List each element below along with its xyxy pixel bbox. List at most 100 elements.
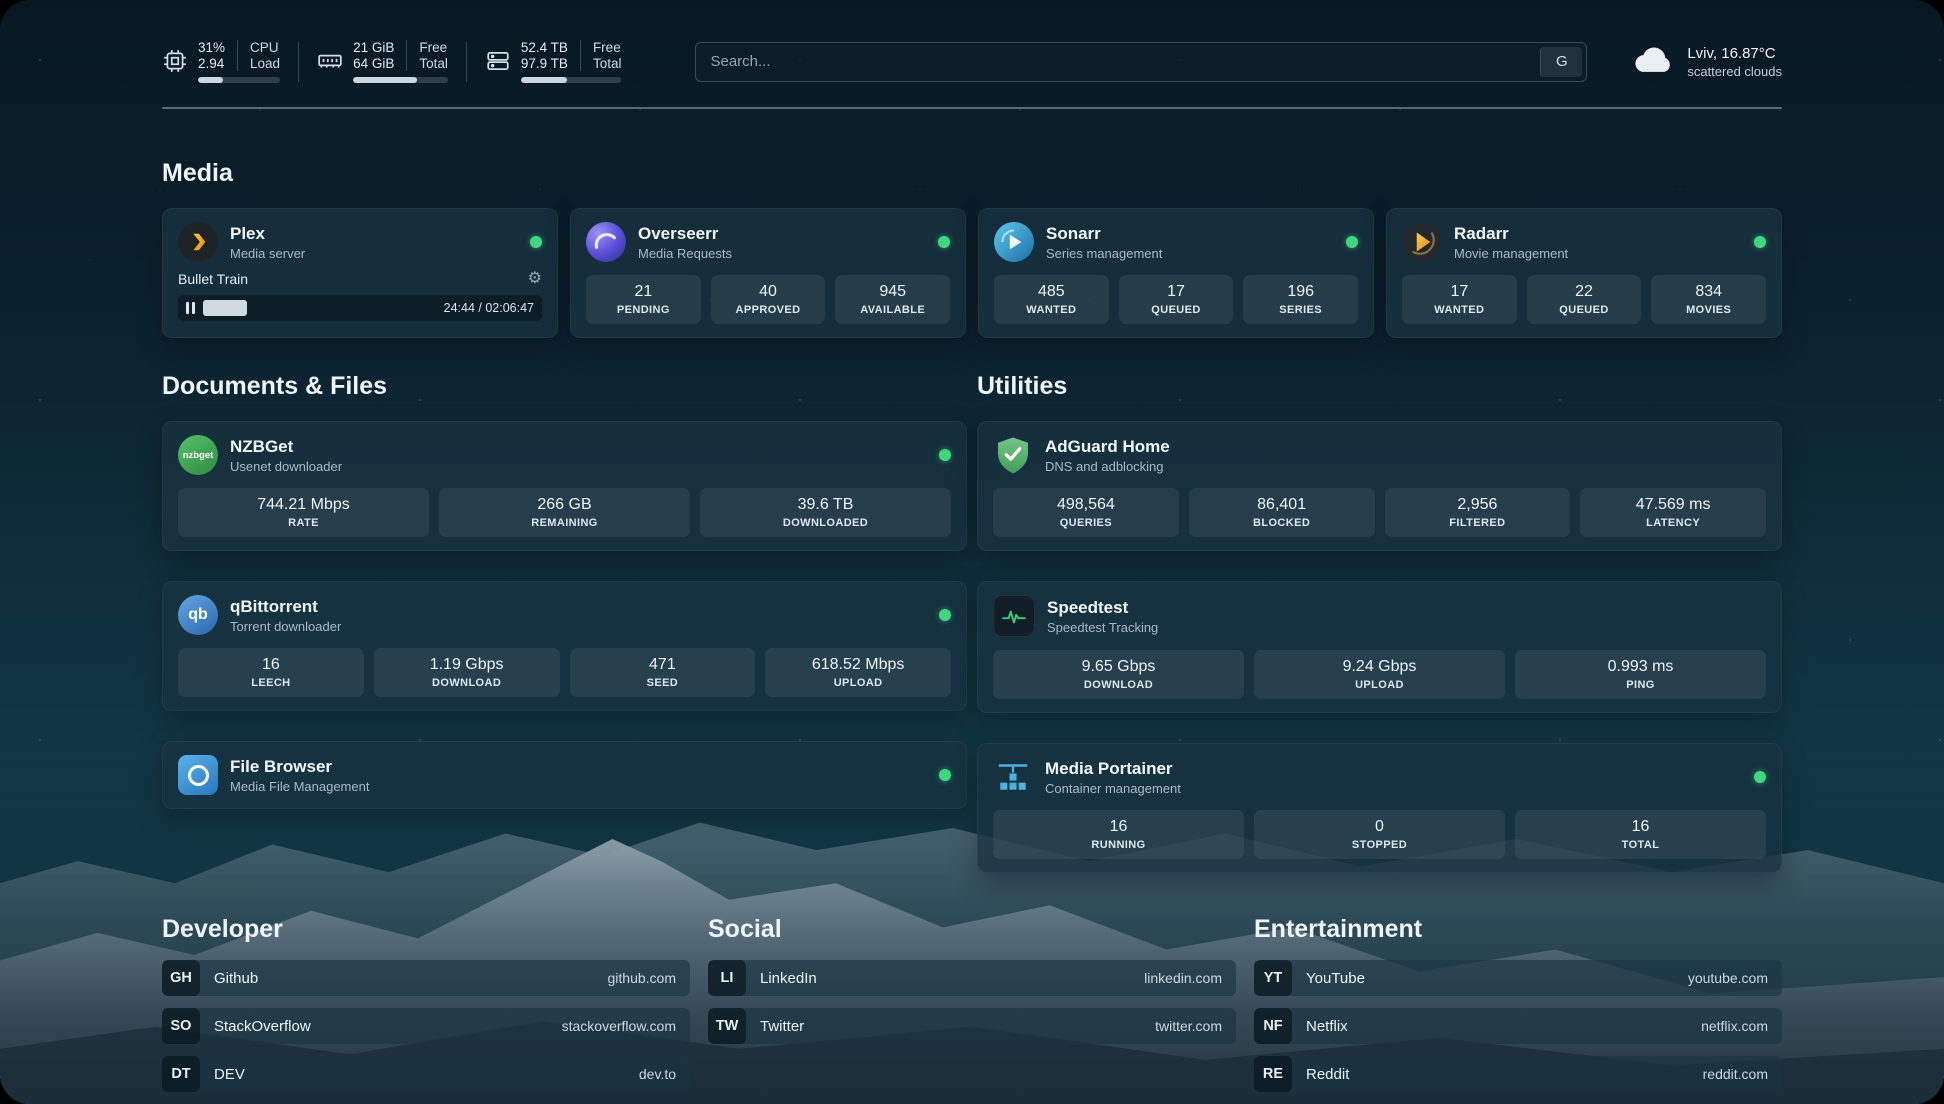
filebrowser-card[interactable]: File Browser Media File Management xyxy=(162,741,967,809)
pause-icon[interactable] xyxy=(186,302,195,314)
adguard-card[interactable]: AdGuard Home DNS and adblocking 498,564Q… xyxy=(977,421,1782,551)
search-engine-button[interactable]: G xyxy=(1540,47,1582,77)
nzbget-card[interactable]: nzbget NZBGet Usenet downloader 744.21 M… xyxy=(162,421,967,551)
header-divider xyxy=(162,107,1782,109)
qbittorrent-card[interactable]: qb qBittorrent Torrent downloader 16LEEC… xyxy=(162,581,967,711)
cpu-percent: 31% xyxy=(198,40,225,55)
app-name: Sonarr xyxy=(1046,224,1162,244)
stat-queued: 22QUEUED xyxy=(1527,275,1642,324)
sonarr-card[interactable]: Sonarr Series management 485WANTED 17QUE… xyxy=(978,208,1374,338)
stat-queued: 17QUEUED xyxy=(1119,275,1234,324)
speedtest-card[interactable]: Speedtest Speedtest Tracking 9.65 GbpsDO… xyxy=(977,581,1782,713)
stat-remaining: 266 GBREMAINING xyxy=(439,488,690,537)
bookmark-twitter[interactable]: TW Twitter twitter.com xyxy=(708,1008,1236,1044)
bookmark-github[interactable]: GH Github github.com xyxy=(162,960,690,996)
app-name: Overseerr xyxy=(638,224,732,244)
stat-download: 9.65 GbpsDOWNLOAD xyxy=(993,650,1244,699)
ram-icon xyxy=(317,48,343,74)
bookmark-reddit[interactable]: RE Reddit reddit.com xyxy=(1254,1056,1782,1092)
bookmark-name: YouTube xyxy=(1306,970,1365,987)
app-name: Media Portainer xyxy=(1045,759,1181,779)
status-dot xyxy=(938,236,950,248)
app-desc: Container management xyxy=(1045,781,1181,796)
disk-free-label: Free xyxy=(593,40,622,55)
bookmarks-developer: Developer GH Github github.com SO StackO… xyxy=(162,915,690,1104)
stat-download: 1.19 GbpsDOWNLOAD xyxy=(374,648,560,697)
weather-condition: scattered clouds xyxy=(1687,64,1782,79)
bookmark-youtube[interactable]: YT YouTube youtube.com xyxy=(1254,960,1782,996)
bookmark-name: Twitter xyxy=(760,1018,804,1035)
app-name: qBittorrent xyxy=(230,597,341,617)
bookmark-name: DEV xyxy=(214,1066,245,1083)
status-dot xyxy=(939,449,951,461)
app-desc: Media File Management xyxy=(230,779,369,794)
app-name: Speedtest xyxy=(1047,598,1158,618)
stat-series: 196SERIES xyxy=(1243,275,1358,324)
seek-track[interactable] xyxy=(203,295,436,321)
media-section-title: Media xyxy=(162,159,1782,188)
cpu-label: CPU xyxy=(250,40,280,55)
stat-latency: 47.569 msLATENCY xyxy=(1580,488,1766,537)
weather-widget[interactable]: Lviv, 16.87°C scattered clouds xyxy=(1633,44,1782,79)
bookmark-badge: SO xyxy=(162,1008,200,1044)
cpu-chip-icon xyxy=(162,48,188,74)
stat-wanted: 17WANTED xyxy=(1402,275,1517,324)
bookmark-stackoverflow[interactable]: SO StackOverflow stackoverflow.com xyxy=(162,1008,690,1044)
app-name: NZBGet xyxy=(230,437,342,457)
speedtest-icon xyxy=(993,595,1035,637)
app-name: Plex xyxy=(230,224,305,244)
portainer-card[interactable]: Media Portainer Container management 16R… xyxy=(977,743,1782,873)
bookmark-url: github.com xyxy=(608,970,690,986)
plex-seek-bar[interactable]: 24:44 / 02:06:47 xyxy=(178,295,542,321)
stat-pending: 21PENDING xyxy=(586,275,701,324)
sonarr-icon xyxy=(994,222,1034,262)
stat-total: 16TOTAL xyxy=(1515,810,1766,859)
memory-usage-fill xyxy=(353,77,417,83)
stat-upload: 618.52 MbpsUPLOAD xyxy=(765,648,951,697)
dashboard-screen: 31% 2.94 CPU Load xyxy=(0,0,1944,1104)
app-desc: DNS and adblocking xyxy=(1045,459,1170,474)
bookmark-netflix[interactable]: NF Netflix netflix.com xyxy=(1254,1008,1782,1044)
overseerr-card[interactable]: Overseerr Media Requests 21PENDING 40APP… xyxy=(570,208,966,338)
bookmark-badge: DT xyxy=(162,1056,200,1092)
section-documents: Documents & Files nzbget NZBGet Usenet d… xyxy=(162,372,967,873)
disk-monitor: 52.4 TB 97.9 TB Free Total xyxy=(467,40,640,83)
app-desc: Usenet downloader xyxy=(230,459,342,474)
bookmark-name: LinkedIn xyxy=(760,970,817,987)
search-input[interactable] xyxy=(696,53,1540,70)
status-dot xyxy=(1754,236,1766,248)
settings-gear-icon[interactable]: ⚙ xyxy=(528,271,542,287)
cpu-load-value: 2.94 xyxy=(198,56,224,71)
memory-free-label: Free xyxy=(419,40,448,55)
status-dot xyxy=(530,236,542,248)
memory-monitor: 21 GiB 64 GiB Free Total xyxy=(299,40,466,83)
system-monitors: 31% 2.94 CPU Load xyxy=(162,40,639,83)
bookmark-url: linkedin.com xyxy=(1144,970,1236,986)
disk-total-value: 97.9 TB xyxy=(521,56,568,71)
app-name: File Browser xyxy=(230,757,369,777)
hard-drive-icon xyxy=(485,48,511,74)
stat-available: 945AVAILABLE xyxy=(835,275,950,324)
bookmark-linkedin[interactable]: LI LinkedIn linkedin.com xyxy=(708,960,1236,996)
playback-time: 24:44 / 02:06:47 xyxy=(444,301,534,315)
app-desc: Media Requests xyxy=(638,246,732,261)
bookmark-name: Netflix xyxy=(1306,1018,1348,1035)
radarr-card[interactable]: Radarr Movie management 17WANTED 22QUEUE… xyxy=(1386,208,1782,338)
nzbget-icon: nzbget xyxy=(178,435,218,475)
bookmark-dev[interactable]: DT DEV dev.to xyxy=(162,1056,690,1092)
weather-location: Lviv, 16.87°C xyxy=(1687,45,1782,62)
status-dot xyxy=(939,769,951,781)
bookmark-badge: NF xyxy=(1254,1008,1292,1044)
app-desc: Media server xyxy=(230,246,305,261)
app-desc: Series management xyxy=(1046,246,1162,261)
bookmark-url: reddit.com xyxy=(1703,1066,1782,1082)
cloud-icon xyxy=(1633,44,1675,79)
plex-card[interactable]: Plex Media server Bullet Train ⚙ 24:44 /… xyxy=(162,208,558,338)
disk-usage-bar xyxy=(521,77,622,83)
cpu-load-label: Load xyxy=(250,56,280,71)
stat-filtered: 2,956FILTERED xyxy=(1385,488,1571,537)
stat-rate: 744.21 MbpsRATE xyxy=(178,488,429,537)
stat-downloaded: 39.6 TBDOWNLOADED xyxy=(700,488,951,537)
section-utilities: Utilities AdGuard Home DNS and adblockin… xyxy=(977,372,1782,873)
stat-seed: 471SEED xyxy=(570,648,756,697)
